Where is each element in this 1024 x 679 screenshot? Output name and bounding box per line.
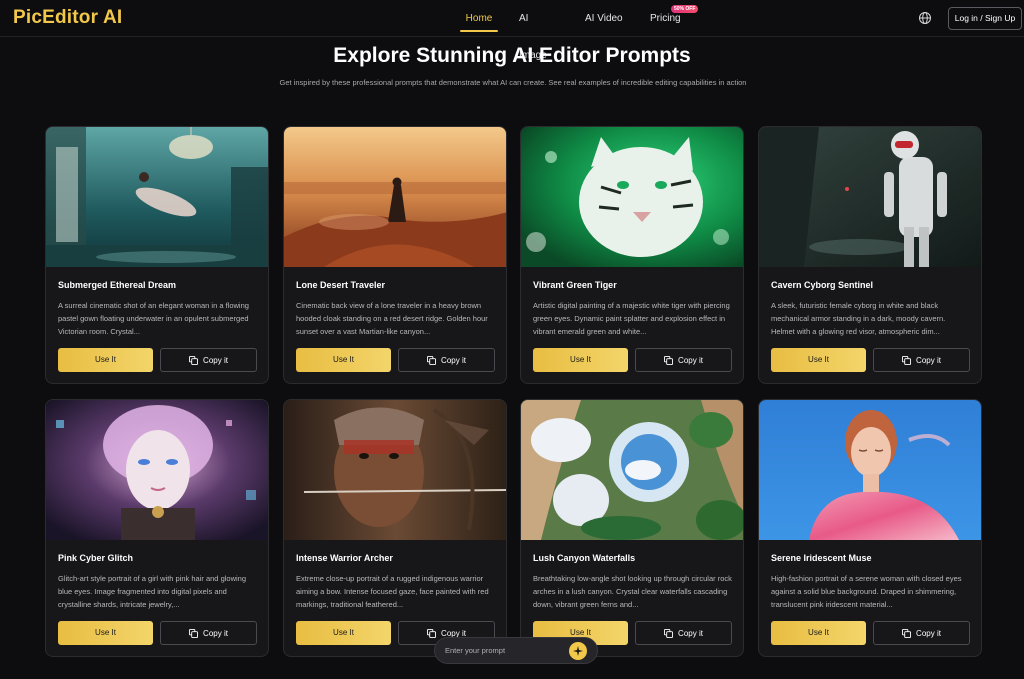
sparkle-icon — [573, 646, 583, 656]
use-it-button[interactable]: Use It — [296, 621, 391, 645]
card-title: Submerged Ethereal Dream — [58, 280, 177, 290]
prompt-card: Pink Cyber Glitch Glitch-art style portr… — [45, 399, 269, 657]
nav-ai-video[interactable]: AI Video — [585, 0, 625, 37]
globe-icon[interactable] — [918, 11, 932, 25]
use-it-button[interactable]: Use It — [296, 348, 391, 372]
card-title: Serene Iridescent Muse — [771, 553, 872, 563]
card-description: A surreal cinematic shot of an elegant w… — [58, 301, 249, 336]
copy-it-button[interactable]: Copy it — [873, 348, 970, 372]
card-title: Lush Canyon Waterfalls — [533, 553, 636, 563]
copy-icon — [427, 628, 437, 638]
card-description: Glitch-art style portrait of a girl with… — [58, 574, 246, 609]
card-description: Breathtaking low-angle shot looking up t… — [533, 574, 732, 609]
copy-label: Copy it — [916, 628, 941, 638]
prompt-card: Cavern Cyborg Sentinel A sleek, futurist… — [758, 126, 982, 384]
card-image-desert[interactable] — [284, 127, 506, 267]
copy-label: Copy it — [203, 355, 228, 365]
prompt-card: Submerged Ethereal Dream A surreal cinem… — [45, 126, 269, 384]
prompt-card: Intense Warrior Archer Extreme close-up … — [283, 399, 507, 657]
copy-icon — [189, 628, 199, 638]
prompt-bar — [434, 637, 598, 664]
card-image-submerged[interactable] — [46, 127, 268, 267]
copy-label: Copy it — [441, 355, 466, 365]
card-image-cyborg[interactable] — [759, 127, 981, 267]
prompt-card: Lush Canyon Waterfalls Breathtaking low-… — [520, 399, 744, 657]
prompt-card: Serene Iridescent Muse High-fashion port… — [758, 399, 982, 657]
copy-icon — [427, 355, 437, 365]
copy-label: Copy it — [203, 628, 228, 638]
use-it-button[interactable]: Use It — [58, 348, 153, 372]
page-subtitle: Get inspired by these professional promp… — [279, 78, 747, 87]
copy-icon — [902, 628, 912, 638]
card-description: Cinematic back view of a lone traveler i… — [296, 301, 488, 336]
copy-icon — [902, 355, 912, 365]
copy-label: Copy it — [916, 355, 941, 365]
copy-icon — [664, 355, 674, 365]
copy-it-button[interactable]: Copy it — [873, 621, 970, 645]
prompt-card: Vibrant Green Tiger Artistic digital pai… — [520, 126, 744, 384]
card-title: Cavern Cyborg Sentinel — [771, 280, 874, 290]
use-it-button[interactable]: Use It — [771, 348, 866, 372]
site-logo[interactable]: PicEditor AI — [13, 7, 122, 29]
nav-home[interactable]: Home — [460, 0, 498, 37]
card-image-canyon-waterfalls[interactable] — [521, 400, 743, 540]
card-title: Lone Desert Traveler — [296, 280, 386, 290]
login-signup-button[interactable]: Log in / Sign Up — [948, 7, 1022, 30]
top-navigation-bar: PicEditor AI Home AI Image AI Video Pric… — [0, 0, 1024, 61]
card-title: Intense Warrior Archer — [296, 553, 393, 563]
copy-icon — [189, 355, 199, 365]
copy-label: Copy it — [678, 628, 703, 638]
copy-label: Copy it — [678, 355, 703, 365]
generate-button[interactable] — [569, 642, 587, 660]
card-description: Artistic digital painting of a majestic … — [533, 301, 730, 336]
page-title: Explore Stunning AI Editor Prompts — [333, 44, 691, 67]
card-image-iridescent-muse[interactable] — [759, 400, 981, 540]
card-image-warrior-archer[interactable] — [284, 400, 506, 540]
card-title: Vibrant Green Tiger — [533, 280, 617, 290]
prompt-input[interactable] — [445, 638, 565, 663]
pricing-discount-badge: 50% OFF — [671, 5, 699, 13]
card-title: Pink Cyber Glitch — [58, 553, 134, 563]
use-it-button[interactable]: Use It — [58, 621, 153, 645]
card-description: A sleek, futuristic female cyborg in whi… — [771, 301, 946, 336]
copy-icon — [664, 628, 674, 638]
copy-it-button[interactable]: Copy it — [160, 348, 257, 372]
copy-it-button[interactable]: Copy it — [160, 621, 257, 645]
card-description: Extreme close-up portrait of a rugged in… — [296, 574, 489, 609]
card-image-pink-glitch[interactable] — [46, 400, 268, 540]
card-description: High-fashion portrait of a serene woman … — [771, 574, 962, 609]
nav-ai-image[interactable]: AI Image — [519, 0, 559, 61]
prompt-card: Lone Desert Traveler Cinematic back view… — [283, 126, 507, 384]
copy-it-button[interactable]: Copy it — [635, 621, 732, 645]
card-image-tiger[interactable] — [521, 127, 743, 267]
copy-it-button[interactable]: Copy it — [635, 348, 732, 372]
use-it-button[interactable]: Use It — [533, 348, 628, 372]
copy-it-button[interactable]: Copy it — [398, 348, 495, 372]
use-it-button[interactable]: Use It — [771, 621, 866, 645]
